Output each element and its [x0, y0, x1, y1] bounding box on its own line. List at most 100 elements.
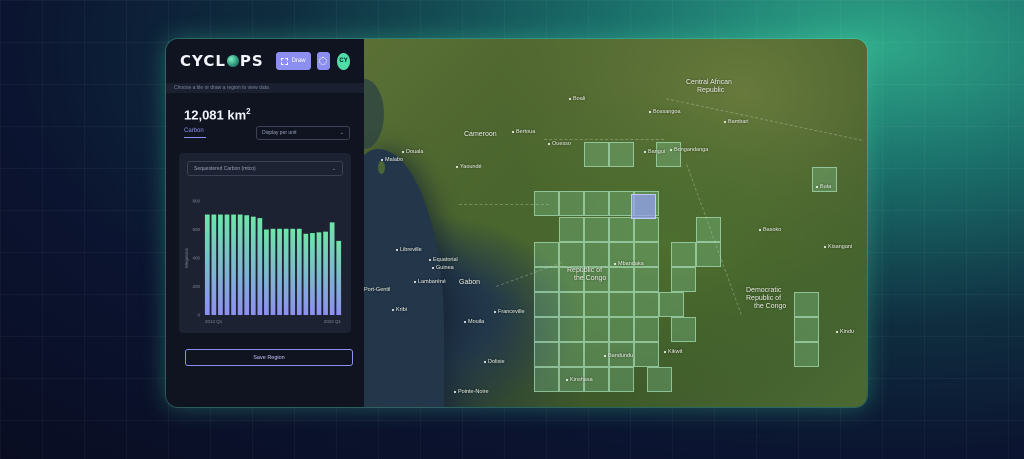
chart-bar[interactable]: [218, 214, 223, 315]
chart-bar[interactable]: [296, 228, 302, 315]
chevron-down-icon: ⌄: [339, 130, 344, 137]
map-tile[interactable]: [671, 267, 696, 292]
display-per-unit-select[interactable]: Display per unit ⌄: [256, 126, 350, 141]
map-label: Bertoua: [512, 129, 535, 135]
chart-bar[interactable]: [224, 214, 230, 315]
map-tile[interactable]: [534, 267, 559, 292]
map-label: Bandundu: [604, 353, 633, 359]
map-label: Kikwit: [664, 349, 682, 355]
map-label: Mouila: [464, 319, 484, 325]
map-tile[interactable]: [534, 367, 559, 392]
map-tile[interactable]: [584, 292, 609, 317]
map-tile[interactable]: [794, 292, 819, 317]
map-tile[interactable]: [534, 317, 559, 342]
map-tile[interactable]: [609, 317, 634, 342]
cyclops-logo: CYCL PS: [180, 52, 264, 70]
map-label: Gabon: [459, 279, 481, 286]
chart-bar[interactable]: [283, 228, 289, 315]
map-label: Port-Gentil: [364, 287, 390, 293]
draw-button[interactable]: Draw: [275, 52, 311, 70]
map-tile[interactable]: [671, 317, 696, 342]
map-tile[interactable]: [559, 242, 584, 267]
map-label: Bongandanga: [670, 147, 708, 153]
metric-select[interactable]: Sequestered Carbon (mtco) ⌄: [187, 161, 343, 176]
map-tile[interactable]: [634, 292, 659, 317]
map-label: Guinea: [432, 265, 454, 271]
map-tile[interactable]: [609, 267, 634, 292]
map-tile[interactable]: [634, 267, 659, 292]
chart-bar[interactable]: [211, 214, 217, 315]
app-window: CYCL PS Draw CY Choose a tile or draw a …: [166, 39, 867, 407]
map-tile[interactable]: [671, 242, 696, 267]
chart-bar[interactable]: [329, 222, 335, 316]
chart-bar[interactable]: [264, 229, 269, 316]
map-view[interactable]: Central African Republic Cameroon Equatoria…: [364, 39, 867, 407]
map-label: Buta: [816, 184, 831, 190]
y-tick-label: 600: [192, 227, 200, 232]
map-tile[interactable]: [584, 242, 609, 267]
chart-bar[interactable]: [323, 231, 328, 315]
chart-bar[interactable]: [237, 214, 243, 315]
logo-text-end: PS: [239, 52, 264, 70]
map-label: Bossangoa: [649, 109, 681, 115]
map-tile[interactable]: [609, 142, 634, 167]
chart-bar[interactable]: [277, 228, 282, 315]
map-tile[interactable]: [609, 367, 634, 392]
ocean-area: [364, 149, 444, 407]
map-tile[interactable]: [609, 292, 634, 317]
chart-bar[interactable]: [257, 218, 263, 315]
map-tile[interactable]: [696, 217, 721, 242]
map-tile[interactable]: [794, 342, 819, 367]
map-tile[interactable]: [634, 317, 659, 342]
map-label: Franceville: [494, 309, 525, 315]
map-tile[interactable]: [794, 317, 819, 342]
chart-bar[interactable]: [231, 214, 236, 315]
map-label: Bambari: [724, 119, 748, 125]
map-tile[interactable]: [584, 317, 609, 342]
settings-button[interactable]: [316, 52, 331, 70]
map-label: Pointe-Noire: [454, 389, 489, 395]
map-tile[interactable]: [559, 191, 584, 216]
map-tile[interactable]: [534, 191, 559, 216]
map-tile[interactable]: [559, 217, 584, 242]
map-tile[interactable]: [696, 242, 721, 267]
map-tile[interactable]: [659, 292, 684, 317]
map-label: Boali: [569, 96, 585, 102]
area-number: 12,081 km: [184, 107, 247, 123]
map-tile[interactable]: [559, 317, 584, 342]
coast-water: [364, 79, 384, 149]
x-tick-label: 2022 Q1: [324, 319, 342, 324]
map-tile[interactable]: [534, 242, 559, 267]
chart-bar[interactable]: [310, 233, 315, 315]
map-label: Equatorial: [429, 257, 458, 263]
chart-bar[interactable]: [244, 215, 250, 315]
map-tile[interactable]: [634, 342, 659, 367]
map-label: Mbandaka: [614, 261, 644, 267]
chart-bar[interactable]: [270, 228, 276, 315]
map-tile[interactable]: [634, 217, 659, 242]
map-tile[interactable]: [559, 342, 584, 367]
map-tile[interactable]: [559, 292, 584, 317]
save-region-button[interactable]: Save Region: [185, 349, 353, 366]
map-tile[interactable]: [647, 367, 672, 392]
chart-bar[interactable]: [290, 228, 296, 315]
chart-bar[interactable]: [303, 233, 309, 315]
chart-bar[interactable]: [316, 232, 322, 315]
tab-carbon[interactable]: Carbon: [184, 128, 206, 139]
map-tile[interactable]: [584, 191, 609, 216]
chart-bar[interactable]: [336, 240, 342, 315]
map-tile[interactable]: [584, 142, 609, 167]
map-label: Kribi: [392, 307, 407, 313]
map-tile[interactable]: [584, 217, 609, 242]
chart-bar[interactable]: [204, 214, 210, 315]
map-label: Bangui: [644, 149, 665, 155]
draw-button-label: Draw: [291, 58, 306, 64]
map-tile[interactable]: [609, 217, 634, 242]
avatar[interactable]: CY: [337, 52, 350, 70]
chart-bar[interactable]: [250, 216, 256, 315]
display-select-value: Display per unit: [262, 130, 297, 137]
map-tile[interactable]: [534, 342, 559, 367]
chevron-down-icon: ⌄: [331, 165, 336, 172]
map-tile[interactable]: [534, 292, 559, 317]
map-tile-selected[interactable]: [631, 194, 656, 219]
